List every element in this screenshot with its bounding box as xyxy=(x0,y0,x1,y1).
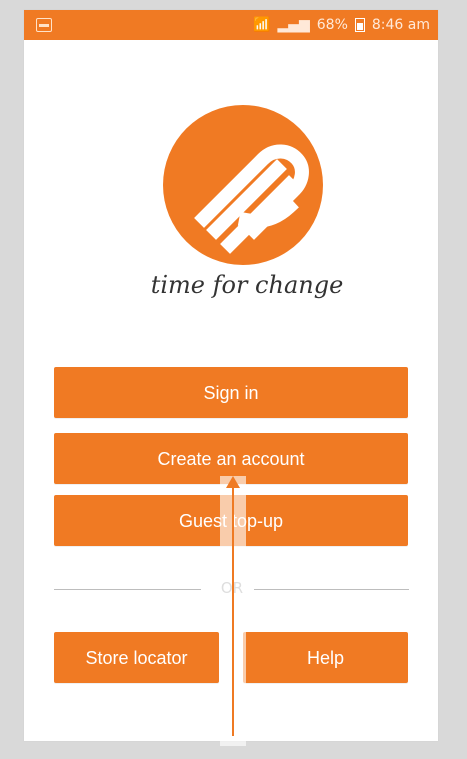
image-icon xyxy=(36,18,52,32)
wifi-icon: 📶 xyxy=(253,17,271,33)
help-button[interactable]: Help xyxy=(243,632,408,683)
store-locator-button[interactable]: Store locator xyxy=(54,632,219,683)
divider-line-left xyxy=(54,589,201,590)
status-indicators: 📶 ▂▄▆ 68% 8:46 am xyxy=(253,16,430,34)
battery-percent: 68% xyxy=(316,17,348,33)
status-bar: 📶 ▂▄▆ 68% 8:46 am xyxy=(24,10,438,40)
logo-svg xyxy=(163,105,323,265)
arrow-shaft xyxy=(232,486,234,736)
brand-logo-icon xyxy=(158,100,328,270)
sign-in-button[interactable]: Sign in xyxy=(54,367,408,418)
brand-tagline: time for change xyxy=(150,271,344,299)
annotation-arrow xyxy=(220,476,246,746)
divider-line-right xyxy=(254,589,409,590)
signal-icon: ▂▄▆ xyxy=(277,17,310,33)
battery-icon xyxy=(354,18,365,32)
status-time: 8:46 am xyxy=(371,17,430,33)
